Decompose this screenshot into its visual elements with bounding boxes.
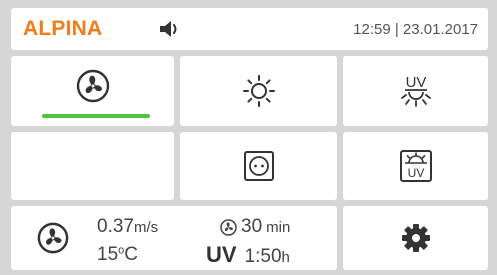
uv-time-unit: h	[281, 249, 290, 266]
uv-lamp-tile[interactable]: UV	[343, 56, 488, 126]
socket-tile[interactable]	[180, 132, 337, 200]
socket-icon	[243, 151, 274, 181]
fan-timer-unit: min	[266, 218, 291, 236]
fan-status-icon	[37, 222, 69, 254]
datetime-display: 12:59 | 23.01.2017	[353, 20, 478, 38]
settings-tile[interactable]	[343, 206, 488, 270]
air-speed-value: 0.37	[97, 216, 134, 237]
fan-timer-value: 30	[241, 216, 263, 237]
speaker-icon[interactable]	[156, 16, 182, 42]
air-speed-unit: m/s	[133, 219, 159, 236]
air-speed-readout: 0.37m/s	[97, 216, 158, 238]
fan-icon	[76, 69, 109, 103]
uv-box-icon: UV	[399, 150, 432, 182]
status-panel: 0.37m/s 15oC 30 min UV 1:50h	[11, 206, 337, 270]
gear-icon	[401, 224, 430, 252]
fan-tile[interactable]	[11, 56, 174, 126]
empty-tile	[11, 132, 174, 200]
header-bar: ALPINA 12:59 | 23.01.2017	[11, 8, 488, 50]
uv-time-value: 1:50	[244, 246, 282, 267]
control-screen: ALPINA 12:59 | 23.01.2017 UV UV 0.37m/s …	[0, 0, 497, 275]
uv-box-tile[interactable]: UV	[343, 132, 488, 200]
uv-timer-readout: UV 1:50h	[206, 242, 290, 268]
svg-text:UV: UV	[407, 166, 424, 180]
fan-timer-icon	[220, 218, 237, 236]
light-tile[interactable]	[180, 56, 337, 126]
uv-lamp-icon: UV	[400, 74, 431, 107]
brand-logo: ALPINA	[23, 17, 103, 40]
temperature-value: 15	[97, 244, 119, 265]
temperature-readout: 15oC	[97, 244, 138, 266]
svg-text:UV: UV	[405, 74, 426, 91]
active-indicator	[42, 114, 150, 118]
uv-label: UV	[206, 242, 237, 267]
sun-icon	[242, 75, 275, 107]
temperature-unit: C	[124, 244, 138, 265]
fan-timer-readout: 30 min	[220, 216, 290, 238]
